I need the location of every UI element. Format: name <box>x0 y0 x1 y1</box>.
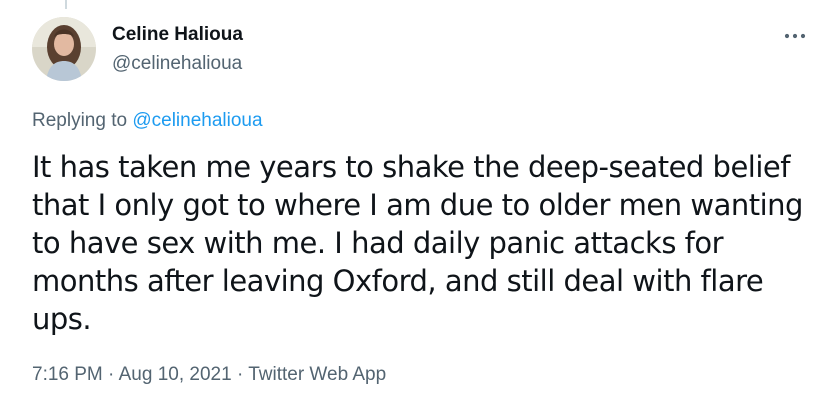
tweet-text-line: It has taken me years to shake the deep-… <box>32 150 790 184</box>
tweet-time-link[interactable]: 7:16 PM <box>32 364 103 385</box>
author-display-name[interactable]: Celine Halioua <box>112 24 243 46</box>
meta-separator: · <box>236 364 244 385</box>
reply-context: Replying to @celinehalioua <box>32 110 263 132</box>
tweet-source-link[interactable]: Twitter Web App <box>248 364 386 385</box>
reply-context-prefix: Replying to <box>32 110 133 131</box>
tweet-text-line: months after leaving Oxford, and still d… <box>32 264 764 298</box>
tweet-text-line: that I only got to where I am due to old… <box>32 188 803 222</box>
reply-mention-link[interactable]: @celinehalioua <box>132 110 262 131</box>
more-options-button[interactable] <box>778 24 812 48</box>
avatar[interactable] <box>32 17 96 81</box>
tweet-text: It has taken me years to shake the deep-… <box>32 148 822 338</box>
meta-separator: · <box>108 364 115 385</box>
avatar-photo-icon <box>32 17 96 81</box>
tweet-text-line: to have sex with me. I had daily panic a… <box>32 226 724 260</box>
author-info: Celine Halioua @celinehalioua <box>112 24 243 75</box>
tweet-text-line: ups. <box>32 302 92 336</box>
tweet-date-link[interactable]: Aug 10, 2021 <box>119 364 232 385</box>
author-handle[interactable]: @celinehalioua <box>112 53 243 75</box>
tweet-metadata: 7:16 PM · Aug 10, 2021 · Twitter Web App <box>32 364 386 386</box>
thread-connector-line <box>65 0 67 9</box>
more-horizontal-icon <box>784 33 806 39</box>
